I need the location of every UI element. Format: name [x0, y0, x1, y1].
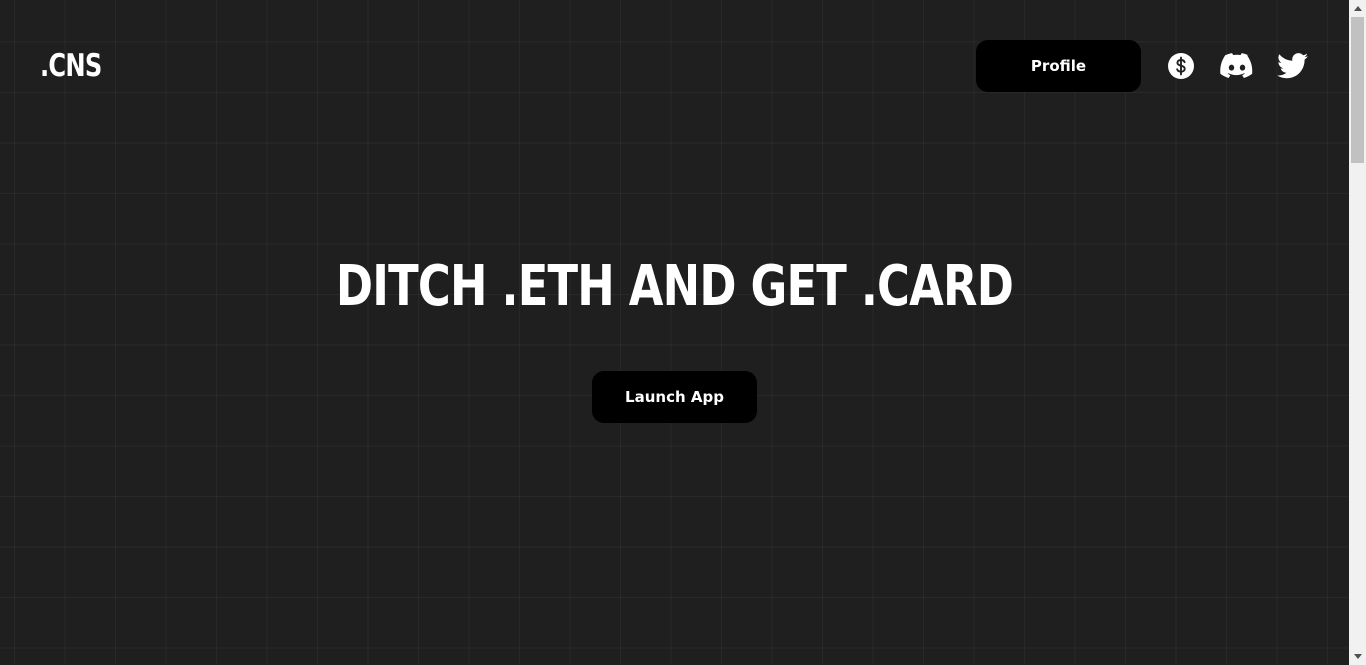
launch-app-button[interactable]: Launch App [592, 371, 757, 423]
page-viewport: .CNS Profile DITCH .ETH AND GET .CARD La… [0, 0, 1349, 665]
vertical-scrollbar[interactable] [1349, 0, 1366, 665]
site-logo[interactable]: .CNS [40, 46, 102, 86]
scroll-up-arrow-icon[interactable] [1349, 0, 1366, 17]
hero-title: DITCH .ETH AND GET .CARD [335, 254, 1014, 319]
twitter-icon[interactable] [1276, 49, 1310, 83]
top-nav: Profile [976, 40, 1310, 92]
discord-icon[interactable] [1220, 49, 1254, 83]
dollar-icon[interactable] [1164, 49, 1198, 83]
profile-button[interactable]: Profile [976, 40, 1141, 92]
scroll-thumb[interactable] [1351, 17, 1364, 163]
scroll-down-arrow-icon[interactable] [1349, 648, 1366, 665]
